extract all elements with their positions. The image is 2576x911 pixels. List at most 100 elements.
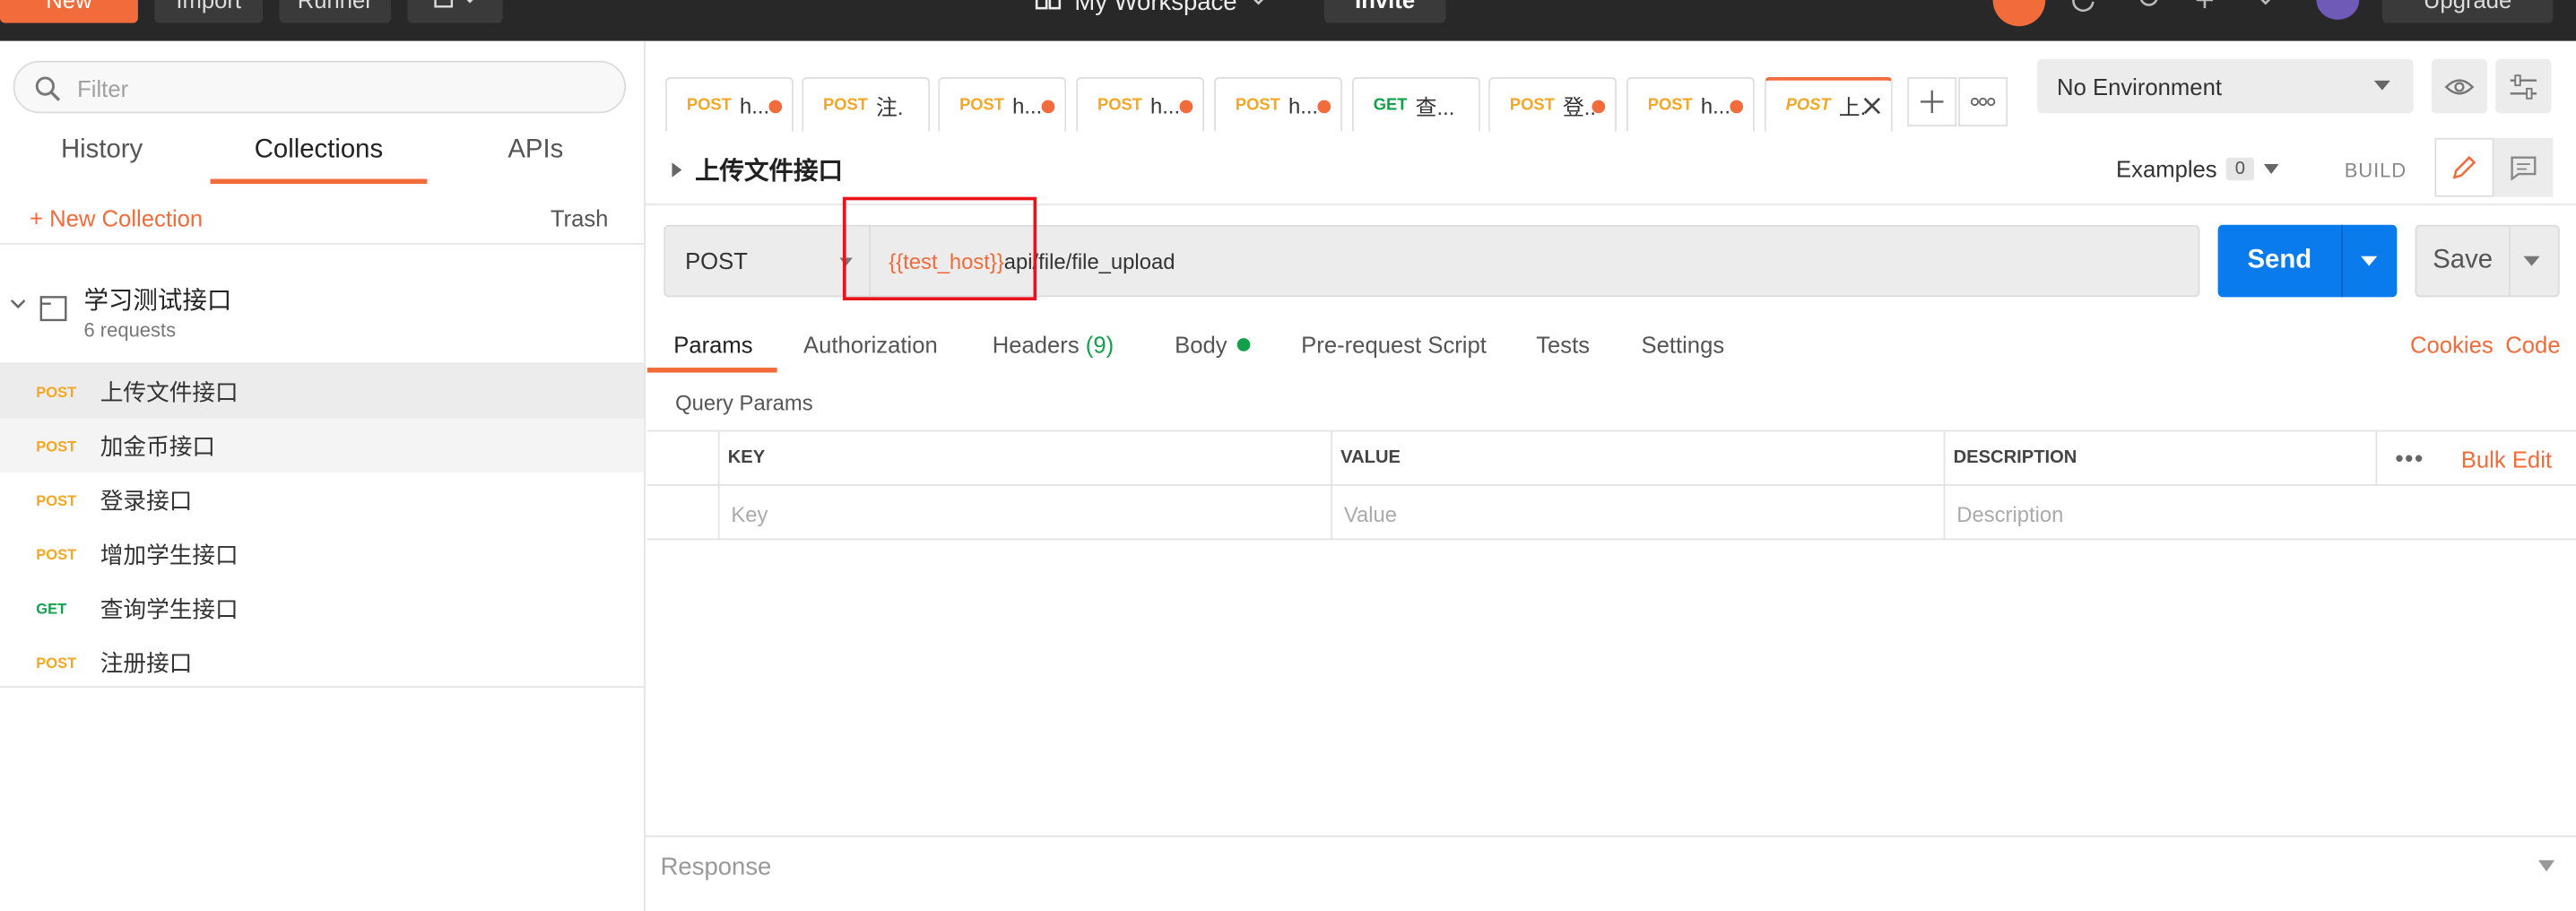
code-link[interactable]: Code	[2505, 332, 2560, 358]
sync-status-icon[interactable]	[1992, 0, 2046, 27]
request-tab[interactable]: POST h...	[1626, 77, 1755, 132]
tab-apis[interactable]: APIs	[493, 136, 578, 186]
comment-icon	[2511, 155, 2537, 180]
environment-select[interactable]: No Environment	[2037, 58, 2414, 114]
import-button[interactable]: Import	[154, 0, 264, 23]
filter-field[interactable]	[13, 60, 627, 114]
collection-name: 学习测试接口	[83, 287, 232, 316]
runner-button[interactable]: Runner	[279, 0, 392, 23]
request-tab-active[interactable]: POST 上.	[1764, 77, 1893, 132]
tab-apis-label: APIs	[507, 135, 564, 165]
tab-method: POST	[686, 96, 732, 115]
send-button[interactable]: Send	[2217, 224, 2398, 298]
list-item[interactable]: POST 登录接口	[0, 473, 644, 526]
chevron-down-icon[interactable]	[10, 299, 26, 312]
tab-body[interactable]: Body	[1175, 331, 1251, 359]
column-divider	[717, 431, 720, 541]
caret-down-icon	[2373, 80, 2390, 91]
add-tab-button[interactable]	[1907, 77, 1957, 126]
manage-environments-button[interactable]	[2495, 58, 2552, 114]
sidebar: History Collections APIs + New Collectio…	[0, 40, 646, 911]
request-name: 上传文件接口	[100, 377, 239, 405]
workspace-name: My Workspace	[1074, 0, 1237, 16]
request-tab[interactable]: POST h...	[938, 77, 1067, 132]
value-input[interactable]: Value	[1344, 502, 1397, 526]
table-header-row	[646, 431, 2576, 486]
examples-dropdown[interactable]: Examples 0	[2116, 156, 2278, 182]
tab-options-button[interactable]	[1958, 77, 2008, 126]
method-select[interactable]: POST	[664, 224, 872, 298]
send-button-label: Send	[2247, 246, 2312, 274]
caret-down-icon[interactable]	[2361, 256, 2378, 266]
top-bar: New Import Runner My Workspace Invite Up…	[0, 0, 2576, 41]
capture-icon[interactable]	[2072, 0, 2098, 13]
close-icon[interactable]	[1863, 97, 1881, 115]
chevron-down-icon[interactable]	[2537, 860, 2555, 872]
import-button-label: Import	[176, 0, 242, 13]
request-tab[interactable]: GET 查...	[1351, 77, 1480, 132]
comments-button[interactable]	[2494, 137, 2554, 197]
query-params-heading: Query Params	[675, 390, 813, 416]
url-input[interactable]: {{test_host}} api/file/file_upload	[871, 224, 2200, 298]
tab-title: 上.	[1838, 95, 1867, 120]
url-variable: {{test_host}}	[889, 248, 1004, 273]
filter-input[interactable]	[77, 72, 603, 106]
tab-method: POST	[1785, 97, 1831, 116]
request-tab[interactable]: POST h...	[1214, 77, 1342, 132]
request-name: 查询学生接口	[100, 594, 239, 621]
tab-body-label: Body	[1175, 331, 1227, 359]
request-tab[interactable]: POST 注.	[802, 77, 931, 132]
table-options-button[interactable]: •••	[2395, 445, 2424, 471]
unsaved-dot-icon	[1041, 100, 1055, 114]
key-input[interactable]: Key	[731, 502, 768, 526]
save-button[interactable]: Save	[2415, 224, 2560, 298]
tab-headers[interactable]: Headers (9)	[993, 332, 1114, 358]
description-input[interactable]: Description	[1956, 502, 2063, 526]
new-collection-button[interactable]: + New Collection	[30, 205, 203, 231]
tab-params[interactable]: Params	[673, 332, 752, 358]
tab-pre-request-script[interactable]: Pre-request Script	[1301, 332, 1487, 358]
list-item[interactable]: POST 注册接口	[0, 635, 644, 689]
list-item[interactable]: POST 加金币接口	[0, 418, 645, 473]
request-tab[interactable]: POST h...	[665, 77, 794, 132]
caret-down-icon[interactable]	[2523, 256, 2540, 266]
bulk-edit-link[interactable]: Bulk Edit	[2461, 447, 2552, 473]
collection-item[interactable]: 学习测试接口 6 requests	[0, 271, 646, 361]
column-divider[interactable]	[1331, 431, 1332, 541]
new-button-label: New	[46, 0, 92, 13]
tab-title: 登..	[1562, 94, 1597, 119]
tab-method: POST	[959, 96, 1004, 115]
new-window-button[interactable]	[407, 0, 503, 23]
divider	[646, 835, 2576, 837]
column-divider[interactable]	[1943, 431, 1946, 541]
environment-quick-look-button[interactable]	[2431, 58, 2488, 114]
method-badge: POST	[36, 437, 77, 455]
upgrade-button[interactable]: Upgrade	[2381, 0, 2554, 23]
unsaved-dot-icon	[1317, 100, 1331, 114]
heart-icon[interactable]	[2252, 0, 2278, 13]
cookies-link[interactable]: Cookies	[2410, 332, 2494, 358]
list-item[interactable]: GET 查询学生接口	[0, 581, 644, 635]
list-item[interactable]: POST 上传文件接口	[0, 364, 645, 419]
trash-link[interactable]: Trash	[551, 205, 609, 231]
notifications-icon[interactable]	[2191, 0, 2217, 13]
column-header-key: KEY	[727, 447, 766, 468]
request-tab[interactable]: POST 登..	[1488, 77, 1617, 132]
params-table: KEY VALUE DESCRIPTION ••• Bulk Edit Key …	[646, 429, 2576, 541]
new-button[interactable]: New	[0, 0, 138, 23]
tab-settings[interactable]: Settings	[1641, 332, 1724, 358]
avatar[interactable]	[2316, 0, 2360, 20]
request-tab[interactable]: POST h...	[1076, 77, 1205, 132]
tab-tests[interactable]: Tests	[1536, 332, 1590, 358]
invite-button-label: Invite	[1355, 0, 1416, 13]
workspace-switcher[interactable]: My Workspace	[1035, 0, 1266, 20]
settings-icon[interactable]	[2136, 0, 2162, 13]
tab-history[interactable]: History	[49, 136, 154, 186]
edit-mode-button[interactable]	[2434, 137, 2494, 197]
invite-button[interactable]: Invite	[1323, 0, 1446, 23]
response-heading[interactable]: Response	[661, 854, 772, 881]
list-item[interactable]: POST 增加学生接口	[0, 527, 644, 581]
request-title[interactable]: 上传文件接口	[672, 152, 843, 187]
tab-title: h...	[1700, 92, 1730, 117]
tab-authorization[interactable]: Authorization	[803, 332, 938, 358]
